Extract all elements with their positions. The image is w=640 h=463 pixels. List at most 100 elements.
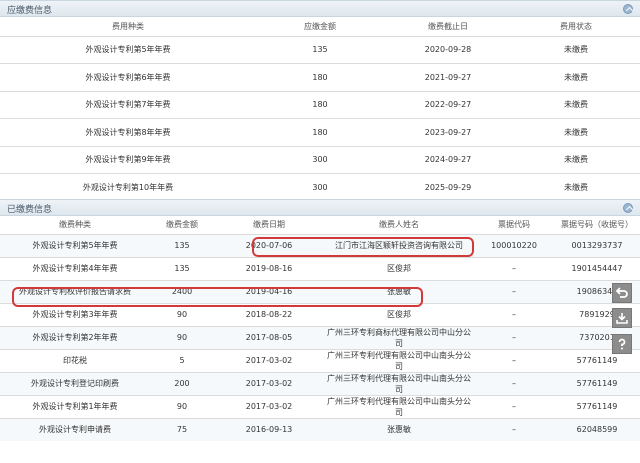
paid-section-header: 已缴费信息	[0, 199, 640, 216]
paid-cell: 90	[176, 402, 188, 411]
collapse-icon[interactable]	[623, 4, 633, 14]
paid-cell: 75	[176, 425, 188, 435]
paid-cell: 2019-04-16	[245, 287, 293, 296]
col-header-fee-type: 费用种类	[112, 21, 144, 31]
paid-cell: 外观设计专利第2年年费	[32, 333, 118, 342]
col-header-paid-type: 缴费种类	[59, 220, 91, 230]
paid-cell: 100010220	[491, 241, 537, 250]
paid-cell: –	[512, 310, 516, 319]
paid-cell: 2016-09-13	[245, 425, 293, 435]
paid-cell: 广州三环专利代理有限公司中山南头分公司	[327, 350, 471, 371]
paid-cell: 1901454447	[571, 264, 623, 273]
col-header-deadline: 缴费截止日	[428, 21, 468, 31]
paid-cell: 2018-08-22	[245, 310, 293, 319]
payable-cell: 未缴费	[564, 127, 588, 137]
paid-cell: 62048599	[576, 425, 618, 435]
payable-table-header: 费用种类 应缴金额 缴费截止日 费用状态	[0, 17, 640, 36]
payable-cell: 外观设计专利第9年年费	[85, 155, 171, 165]
payable-table: 费用种类 应缴金额 缴费截止日 费用状态 外观设计专利第5年年费 135 2020-…	[0, 17, 640, 201]
col-header-status: 费用状态	[560, 21, 592, 31]
paid-table-header: 缴费种类 缴费金额 缴费日期 缴费人姓名 票据代码 票据号码（收据号）	[0, 216, 640, 234]
payable-cell: 外观设计专利第5年年费	[85, 45, 171, 55]
payable-cell: 未缴费	[564, 72, 588, 82]
payable-cell: 外观设计专利第7年年费	[85, 100, 171, 110]
payable-cell: 300	[312, 155, 328, 165]
payable-cell: 180	[312, 127, 328, 137]
paid-cell: 外观设计专利登记印刷费	[31, 379, 119, 388]
table-row: 外观设计专利第7年年费 180 2022-09-27 未缴费	[0, 91, 640, 119]
paid-cell: 57761149	[576, 379, 618, 388]
table-row: 印花税 5 2017-03-02 广州三环专利代理有限公司中山南头分公司 –577611…	[0, 349, 640, 372]
table-row: 外观设计专利第2年年费 90 2017-08-05 广州三环专利商标代理有限公司中山分…	[0, 326, 640, 349]
payable-cell: 未缴费	[564, 183, 588, 192]
paid-cell: 2020-07-06	[245, 241, 293, 250]
table-row: 外观设计专利申请费 75 2016-09-13 张惠敏 – 62048599	[0, 418, 640, 441]
payable-cell: 未缴费	[564, 45, 588, 55]
paid-cell: –	[512, 264, 516, 273]
paid-cell: –	[512, 379, 516, 388]
paid-cell: 区俊邦	[387, 310, 411, 319]
paid-cell: 200	[174, 379, 190, 388]
table-row: 外观设计专利登记印刷费 200 2017-03-02 广州三环专利代理有限公司中山南头…	[0, 372, 640, 395]
payable-cell: 外观设计专利第8年年费	[85, 127, 171, 137]
paid-cell: 张惠敏	[387, 425, 411, 435]
paid-cell: 2400	[171, 287, 193, 296]
table-row: 外观设计专利第6年年费 180 2021-09-27 未缴费	[0, 63, 640, 92]
paid-cell: 江门市江海区颖轩投资咨询有限公司	[335, 241, 463, 250]
payable-section-header: 应缴费信息	[0, 0, 640, 17]
col-header-bill-code: 票据代码	[498, 220, 530, 230]
payable-cell: 2023-09-27	[424, 127, 472, 137]
table-row: 外观设计专利第4年年费 135 2019-08-16 区俊邦 – 1901454447	[0, 257, 640, 280]
table-row: 外观设计专利第8年年费 180 2023-09-27 未缴费	[0, 118, 640, 147]
paid-cell: –	[512, 333, 516, 342]
paid-cell: 57761149	[576, 402, 618, 411]
paid-cell: 2019-08-16	[245, 264, 293, 273]
paid-cell: 广州三环专利代理有限公司中山南头分公司	[327, 396, 471, 417]
payable-cell: 2025-09-29	[424, 183, 472, 192]
col-header-paid-amount: 缴费金额	[166, 220, 198, 230]
paid-cell: 2017-03-02	[245, 402, 293, 411]
help-icon	[618, 338, 626, 350]
payable-cell: 未缴费	[564, 155, 588, 165]
paid-cell: 外观设计专利申请费	[39, 425, 111, 435]
paid-cell: 外观设计专利权评价报告请求费	[19, 287, 131, 296]
paid-cell: 90	[176, 333, 188, 342]
paid-section-title: 已缴费信息	[7, 205, 53, 215]
table-row: 外观设计专利第10年年费 300 2025-09-29 未缴费	[0, 173, 640, 202]
table-row: 外观设计专利第9年年费 300 2024-09-27 未缴费	[0, 146, 640, 174]
payable-section-title: 应缴费信息	[7, 6, 53, 16]
paid-cell: 区俊邦	[387, 264, 411, 273]
download-button[interactable]	[612, 308, 632, 328]
collapse-icon[interactable]	[623, 203, 633, 213]
payable-cell: 135	[312, 45, 328, 55]
table-row: 外观设计专利第5年年费 135 2020-07-06 江门市江海区颖轩投资咨询有限公司…	[0, 234, 640, 257]
payable-cell: 2021-09-27	[424, 72, 472, 82]
col-header-amount-due: 应缴金额	[304, 21, 336, 31]
payable-cell: 2022-09-27	[424, 100, 472, 110]
table-row: 外观设计专利第1年年费 90 2017-03-02 广州三环专利代理有限公司中山南头分…	[0, 395, 640, 418]
paid-cell: 印花税	[63, 356, 87, 365]
col-header-bill-number: 票据号码（收据号）	[561, 220, 633, 230]
table-row: 外观设计专利权评价报告请求费 2400 2019-04-16 张惠敏 –19086348	[0, 280, 640, 303]
paid-cell: –	[512, 402, 516, 411]
paid-cell: 135	[174, 241, 190, 250]
back-button[interactable]	[612, 283, 632, 303]
payable-cell: 未缴费	[564, 100, 588, 110]
paid-cell: 张惠敏	[387, 287, 411, 296]
back-icon	[615, 287, 628, 298]
paid-cell: 2017-03-02	[245, 379, 293, 388]
paid-cell: 外观设计专利第3年年费	[32, 310, 118, 319]
paid-cell: 外观设计专利第1年年费	[32, 402, 118, 411]
paid-cell: –	[512, 356, 516, 365]
paid-cell: 135	[174, 264, 190, 273]
paid-cell: 0013293737	[571, 241, 623, 250]
col-header-payer-name: 缴费人姓名	[379, 220, 419, 230]
paid-cell: 5	[179, 356, 185, 365]
paid-cell: 广州三环专利代理有限公司中山南头分公司	[327, 373, 471, 394]
help-button[interactable]	[612, 334, 632, 354]
paid-cell: –	[512, 425, 516, 435]
payable-cell: 180	[312, 100, 328, 110]
table-row: 外观设计专利第3年年费 90 2018-08-22 区俊邦 –7891929	[0, 303, 640, 326]
download-icon	[616, 313, 628, 324]
paid-cell: 广州三环专利商标代理有限公司中山分公司	[327, 327, 471, 348]
